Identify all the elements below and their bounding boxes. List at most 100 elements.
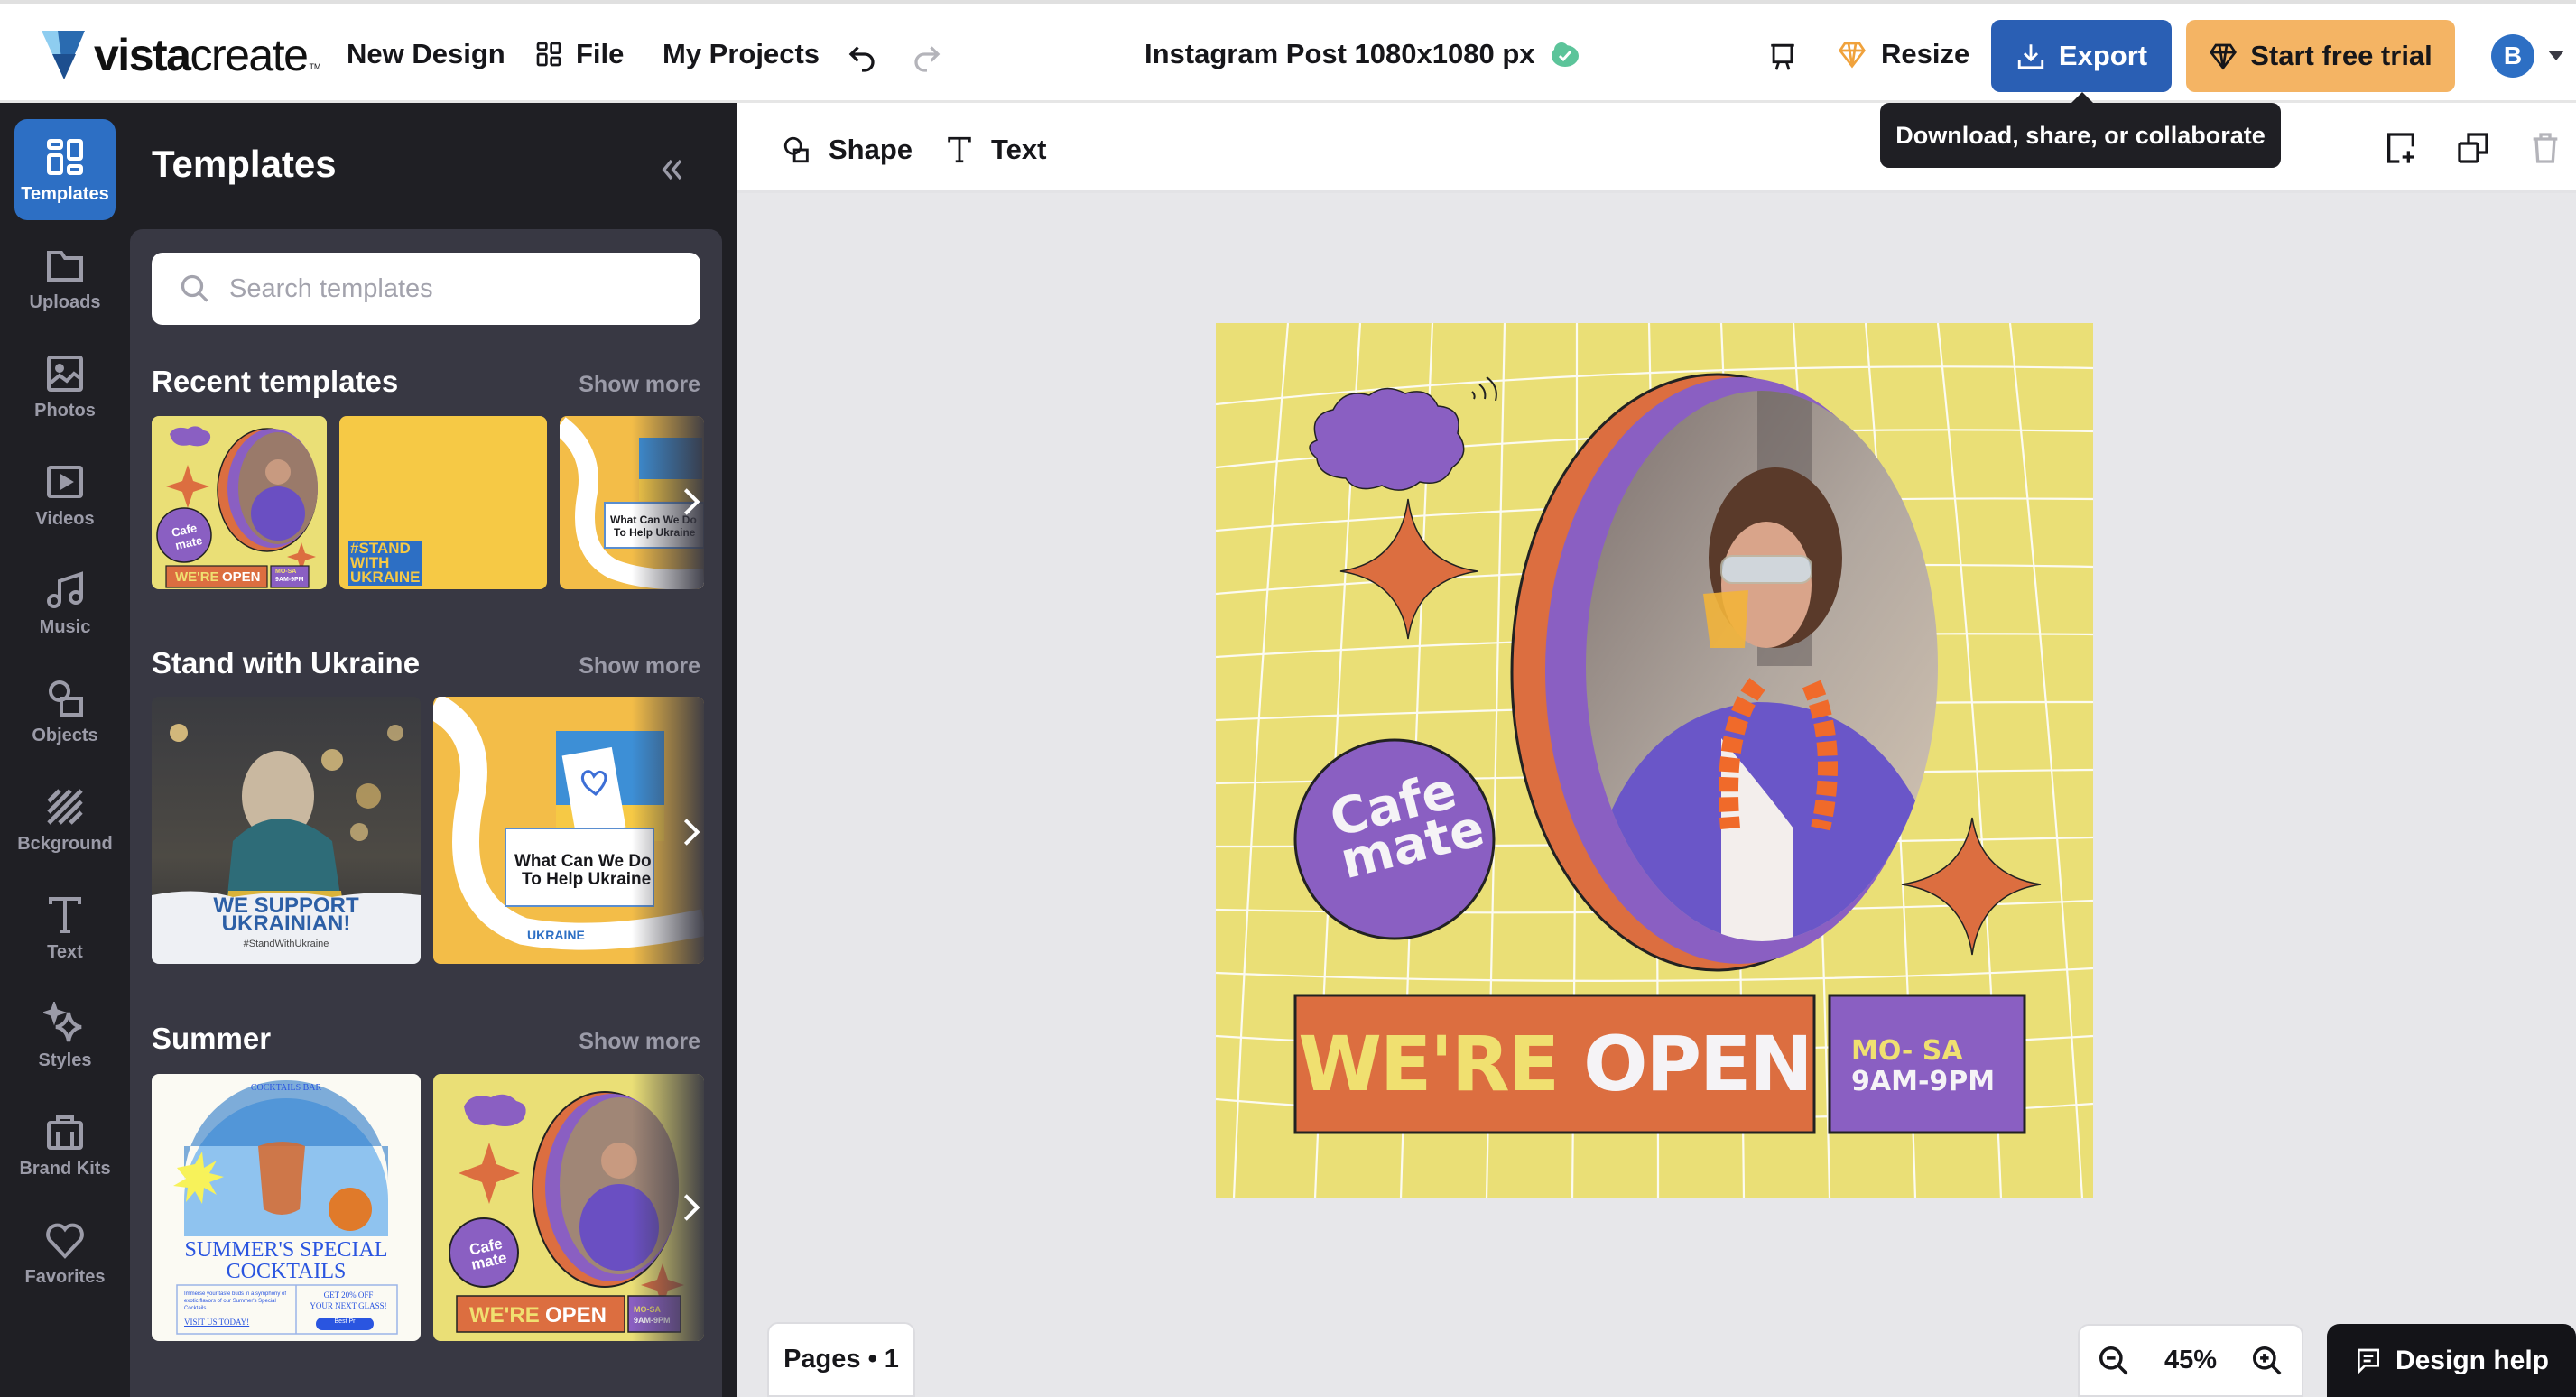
thumb-hours-text: 9AM-9PM	[275, 577, 304, 583]
design-canvas[interactable]: Cafe mate WE'RE OPEN MO- SA 9AM-9PM	[1216, 323, 2093, 1198]
thumb-were-text: WE'RE	[469, 1303, 540, 1328]
show-more-recent[interactable]: Show more	[579, 372, 700, 398]
cocktails-visit: VISIT US TODAY!	[184, 1318, 250, 1327]
rail-item-videos[interactable]: Videos	[14, 444, 116, 545]
redo-button[interactable]	[908, 38, 946, 76]
template-thumb-cafe-mate-summer[interactable]: Cafe mate WE'RE OPEN MO-SA 9AM-9PM	[433, 1074, 704, 1341]
present-button[interactable]	[1764, 38, 1802, 76]
template-thumb-summer-cocktails[interactable]: COCKTAILS BAR SUMMER'S SPECIAL COCKTAILS…	[152, 1074, 421, 1341]
rail-label: Templates	[21, 183, 109, 204]
show-more-summer[interactable]: Show more	[579, 1029, 700, 1055]
templates-icon	[47, 138, 83, 175]
export-button[interactable]: Export	[1991, 20, 2172, 92]
undo-button[interactable]	[843, 38, 881, 76]
zoom-control: 45%	[2078, 1324, 2303, 1397]
shapes-icon	[49, 680, 83, 717]
support-tag: #StandWithUkraine	[243, 939, 329, 949]
zoom-level[interactable]: 45%	[2164, 1346, 2217, 1375]
rail-item-background[interactable]: Bckground	[14, 769, 116, 870]
video-icon	[47, 465, 83, 498]
stand-line: UKRAINE	[350, 569, 421, 586]
chat-icon	[2357, 1348, 2379, 1374]
cloud-saved-icon	[1551, 42, 1579, 67]
cocktails-title1: SUMMER'S SPECIAL	[184, 1238, 388, 1262]
canvas-toolbar: Shape Text	[737, 103, 2576, 193]
support-line2: UKRAINIAN!	[221, 911, 351, 936]
days-text: MO- SA	[1851, 1035, 1963, 1067]
rail-item-templates[interactable]: Templates	[14, 119, 116, 220]
rail-item-brand-kits[interactable]: Brand Kits	[14, 1094, 116, 1195]
my-projects-label: My Projects	[663, 38, 820, 69]
template-thumb-cafe-mate[interactable]: Cafe mate WE'RE OPEN MO-SA 9AM-9PM	[152, 416, 327, 589]
vistacreate-logo[interactable]: vistacreate TM	[42, 30, 321, 80]
add-page-icon[interactable]	[2383, 130, 2419, 166]
collapse-panel-icon[interactable]	[653, 152, 690, 188]
diamond-icon	[2210, 43, 2238, 70]
rail-label: Videos	[35, 508, 95, 529]
stand-text-block: #STAND WITH UKRAINE	[348, 541, 422, 586]
panel-title: Templates	[152, 143, 337, 185]
help-large-q1: What Can We Do	[514, 852, 652, 871]
duplicate-icon[interactable]	[2455, 130, 2491, 166]
rail-item-music[interactable]: Music	[14, 552, 116, 653]
section-title-ukraine: Stand with Ukraine	[152, 646, 421, 680]
document-title-text: Instagram Post 1080x1080 px	[1144, 38, 1535, 69]
add-shape-button[interactable]: Shape	[782, 130, 913, 170]
sparkle-icon	[43, 1001, 82, 1041]
were-text: WE'RE	[1298, 1020, 1560, 1108]
rail-label: Text	[47, 941, 83, 962]
rail-label: Photos	[34, 400, 96, 421]
rail-item-text[interactable]: Text	[14, 877, 116, 978]
template-thumb-stand-with-ukraine[interactable]: #STAND WITH UKRAINE	[339, 416, 547, 589]
hours-time-text: 9AM-9PM	[1851, 1066, 1996, 1097]
rail-item-objects[interactable]: Objects	[14, 661, 116, 762]
rail-item-styles[interactable]: Styles	[14, 985, 116, 1087]
file-menu[interactable]: File	[534, 34, 624, 74]
shape-label: Shape	[829, 134, 913, 165]
pages-button[interactable]: Pages • 1	[767, 1322, 915, 1397]
download-icon	[2017, 44, 2044, 69]
undo-icon	[848, 46, 875, 72]
document-title[interactable]: Instagram Post 1080x1080 px	[1144, 34, 1580, 74]
thumb-open-text: OPEN	[222, 569, 261, 585]
user-avatar[interactable]: B	[2491, 34, 2534, 78]
chevron-right-icon[interactable]	[679, 814, 704, 850]
start-free-trial-button[interactable]: Start free trial	[2186, 20, 2455, 92]
cloud-shape	[1309, 387, 1465, 491]
resize-label: Resize	[1881, 38, 1970, 69]
zoom-out-icon[interactable]	[2097, 1344, 2131, 1378]
templates-list[interactable]: Search templates Recent templates Show m…	[130, 229, 722, 1397]
resize-button[interactable]: Resize	[1838, 34, 1969, 74]
my-projects-link[interactable]: My Projects	[663, 34, 820, 74]
template-thumb-help-ukraine-large[interactable]: What Can We Do To Help Ukraine UKRAINE	[433, 697, 704, 964]
cocktails-offer1: GET 20% OFF	[323, 1291, 374, 1300]
chevron-right-icon[interactable]	[679, 484, 704, 520]
hours-text[interactable]: MO- SA 9AM-9PM	[1851, 1036, 1995, 1097]
new-design-menu[interactable]: New Design	[347, 34, 505, 74]
new-design-label: New Design	[347, 38, 505, 69]
presentation-icon	[1771, 43, 1794, 70]
zoom-in-icon[interactable]	[2250, 1344, 2284, 1378]
rail-item-uploads[interactable]: Uploads	[14, 227, 116, 328]
delete-trash-icon[interactable]	[2527, 130, 2563, 166]
design-help-label: Design help	[2395, 1345, 2550, 1375]
rail-label: Bckground	[17, 833, 113, 854]
search-templates-input[interactable]: Search templates	[152, 253, 700, 325]
logo-trademark: TM	[309, 62, 321, 71]
export-tooltip: Download, share, or collaborate	[1880, 92, 2281, 168]
account-dropdown-caret-icon[interactable]	[2548, 51, 2564, 60]
template-thumb-we-support[interactable]: WE SUPPORT UKRAINIAN! #StandWithUkraine	[152, 697, 421, 964]
heart-icon	[46, 1223, 84, 1259]
design-help-button[interactable]: Design help	[2327, 1324, 2576, 1397]
rail-item-favorites[interactable]: Favorites	[14, 1202, 116, 1303]
thumb-were-text: WE'RE	[175, 569, 219, 585]
show-more-ukraine[interactable]: Show more	[579, 653, 700, 680]
logo-wordmark: vistacreate	[94, 30, 309, 80]
rail-item-photos[interactable]: Photos	[14, 336, 116, 437]
briefcase-icon	[47, 1115, 83, 1150]
chevron-right-icon[interactable]	[679, 1189, 704, 1226]
top-bar: vistacreate TM New Design File My Projec…	[0, 0, 2576, 103]
were-open-text[interactable]: WE'RE OPEN	[1295, 995, 1814, 1133]
text-t-icon	[49, 896, 81, 933]
add-text-button[interactable]: Text	[944, 130, 1046, 170]
